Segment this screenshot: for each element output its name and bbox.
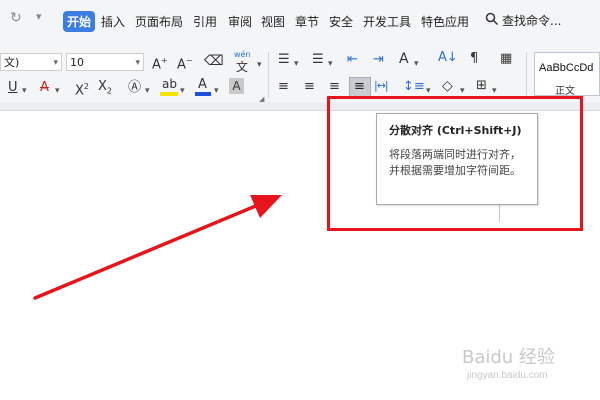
watermark-url: jingyan.baidu.com [467, 370, 548, 381]
watermark-brand: Baidu 经验 [462, 347, 555, 368]
annotation-arrow [33, 195, 282, 300]
